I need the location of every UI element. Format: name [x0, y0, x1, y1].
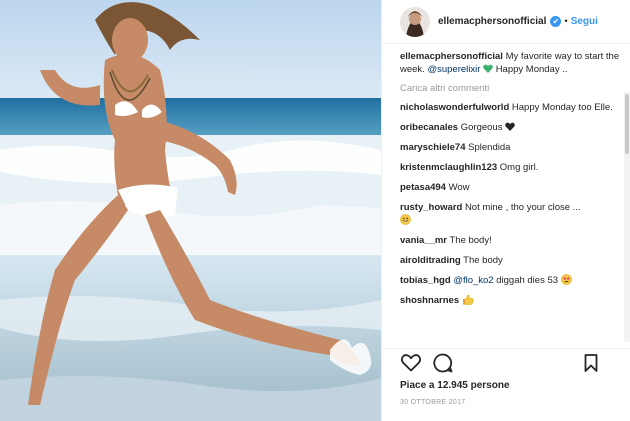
comment-text: diggah dies 53: [496, 275, 559, 286]
comment-text: The body: [463, 255, 503, 266]
comment-text: Wow: [448, 182, 470, 193]
post-panel: ellemacphersonofficial ✔ • Segui ellemac…: [381, 0, 630, 421]
header-separator: •: [564, 16, 568, 27]
comment: shoshnarnes: [400, 294, 620, 307]
comment: rusty_howard Not mine , tho your close .…: [400, 201, 620, 227]
comment-icon: [433, 353, 453, 373]
comment-text: Not mine , tho your close ...: [464, 202, 581, 213]
comment-username[interactable]: nicholaswonderfulworld: [400, 102, 509, 113]
grinning-emoji-icon: [400, 214, 411, 225]
caption-mention[interactable]: @superelixir: [427, 64, 480, 75]
comment-mention[interactable]: @flo_ko2: [453, 275, 493, 286]
comments-list: ellemacphersonofficial My favorite way t…: [400, 50, 620, 342]
green-heart-icon: [483, 64, 493, 73]
comment-username[interactable]: oribecanales: [400, 122, 458, 133]
like-button[interactable]: [400, 352, 422, 374]
action-icons: [400, 349, 612, 377]
comment-username[interactable]: maryschiele74: [400, 142, 466, 153]
heart-icon: [401, 354, 421, 372]
comment: nicholaswonderfulworld Happy Monday too …: [400, 101, 620, 114]
comment-username[interactable]: kristenmclaughlin123: [400, 162, 497, 173]
comment: vania__mr The body!: [400, 234, 620, 247]
verified-icon: ✔: [550, 16, 562, 27]
likes-count[interactable]: Piace a 12.945 persone: [400, 380, 612, 391]
comment-text: Gorgeous: [460, 122, 503, 133]
comment: airolditrading The body: [400, 254, 620, 267]
caption-text-end: Happy Monday ..: [495, 64, 568, 75]
comment: maryschiele74 Splendida: [400, 141, 620, 154]
beach-runner-image: [0, 0, 381, 421]
comment: kristenmclaughlin123 Omg girl.: [400, 161, 620, 174]
comment-username[interactable]: tobias_hgd: [400, 275, 451, 286]
bookmark-icon: [584, 354, 598, 372]
comment: tobias_hgd @flo_ko2 diggah dies 53: [400, 274, 620, 287]
save-button[interactable]: [580, 352, 602, 374]
comment: oribecanales Gorgeous: [400, 121, 620, 134]
comment-button[interactable]: [432, 352, 454, 374]
star-struck-emoji-icon: [560, 274, 572, 285]
post-date[interactable]: 30 OTTOBRE 2017: [400, 399, 612, 406]
comment-username[interactable]: airolditrading: [400, 255, 461, 266]
comment-text: The body!: [449, 235, 492, 246]
comment: petasa494 Wow: [400, 181, 620, 194]
comment-text: Splendida: [468, 142, 511, 153]
thumbs-up-icon: [462, 294, 474, 305]
comment-username[interactable]: petasa494: [400, 182, 446, 193]
comment-username[interactable]: rusty_howard: [400, 202, 462, 213]
scrollbar-thumb[interactable]: [625, 94, 629, 154]
comment-text: Happy Monday too Elle.: [511, 102, 613, 113]
post-actions: Piace a 12.945 persone 30 OTTOBRE 2017: [382, 348, 630, 418]
load-more-comments[interactable]: Carica altri commenti: [400, 83, 620, 94]
comment-username[interactable]: shoshnarnes: [400, 295, 459, 306]
caption-username[interactable]: ellemacphersonofficial: [400, 51, 503, 62]
comments-scrollbar[interactable]: [624, 92, 630, 342]
post-header: ellemacphersonofficial ✔ • Segui: [382, 0, 630, 44]
comment-username[interactable]: vania__mr: [400, 235, 447, 246]
header-username[interactable]: ellemacphersonofficial: [438, 16, 546, 27]
avatar[interactable]: [400, 6, 430, 37]
black-heart-icon: [505, 122, 515, 131]
caption: ellemacphersonofficial My favorite way t…: [400, 50, 620, 76]
post-photo[interactable]: [0, 0, 381, 421]
follow-button[interactable]: Segui: [571, 16, 598, 27]
comment-text: Omg girl.: [499, 162, 539, 173]
avatar-image: [400, 6, 430, 37]
